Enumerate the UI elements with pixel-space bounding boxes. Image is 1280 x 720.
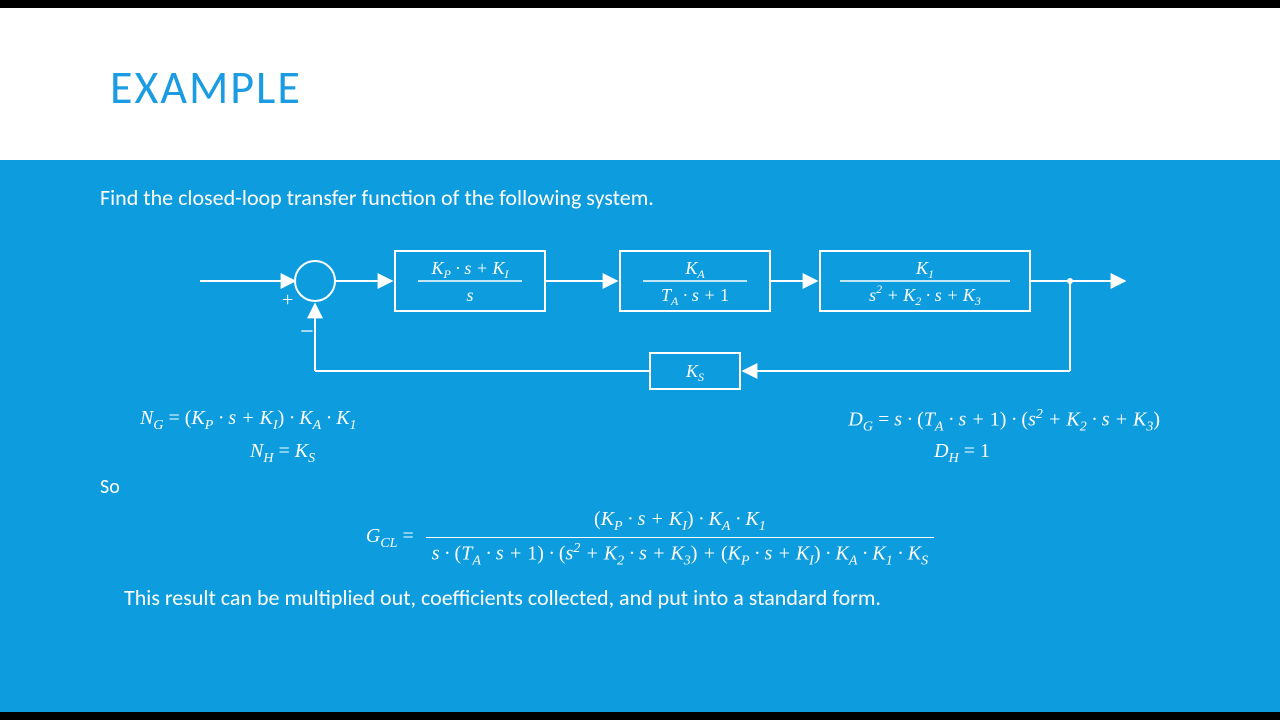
prompt-text: Find the closed-loop transfer function o… [100, 184, 1200, 211]
block2-den: TA · s + 1 [661, 285, 729, 308]
content-panel: Find the closed-loop transfer function o… [0, 160, 1280, 712]
gcl-denominator: s · (TA · s + 1) · (s2 + K2 · s + K3) + … [426, 537, 934, 570]
note-text: This result can be multiplied out, coeff… [124, 584, 1200, 611]
equation-row-2: NH = KS DH = 1 [140, 440, 1160, 467]
slide-title: EXAMPLE [110, 60, 302, 116]
eq-dh: DH = 1 [934, 440, 990, 467]
top-black-bar [0, 0, 1280, 8]
eq-nh: NH = KS [250, 440, 315, 467]
block3-den: s2 + K2 · s + K3 [869, 282, 981, 308]
block1-den: s [466, 285, 473, 305]
minus-sign: − [300, 319, 314, 345]
eq-ng: NG = (KP · s + KI) · KA · K1 [140, 407, 357, 436]
gcl-lhs: GCL = [366, 525, 414, 552]
block-diagram: + − KP · s + KI s KA TA · s + 1 K1 s2 + … [160, 221, 1140, 401]
block-sensor-label: KS [685, 361, 704, 384]
bottom-black-bar [0, 712, 1280, 720]
summing-junction [295, 261, 335, 301]
block1-num: KP · s + KI [430, 258, 509, 281]
eq-gcl: GCL = (KP · s + KI) · KA · K1 s · (TA · … [100, 507, 1200, 571]
so-label: So [100, 475, 1200, 499]
plus-sign: + [282, 289, 293, 311]
block3-num: K1 [915, 258, 934, 281]
block2-num: KA [684, 258, 705, 281]
eq-dg: DG = s · (TA · s + 1) · (s2 + K2 · s + K… [848, 407, 1160, 436]
equation-row-1: NG = (KP · s + KI) · KA · K1 DG = s · (T… [140, 407, 1160, 436]
gcl-numerator: (KP · s + KI) · KA · K1 [588, 507, 772, 538]
